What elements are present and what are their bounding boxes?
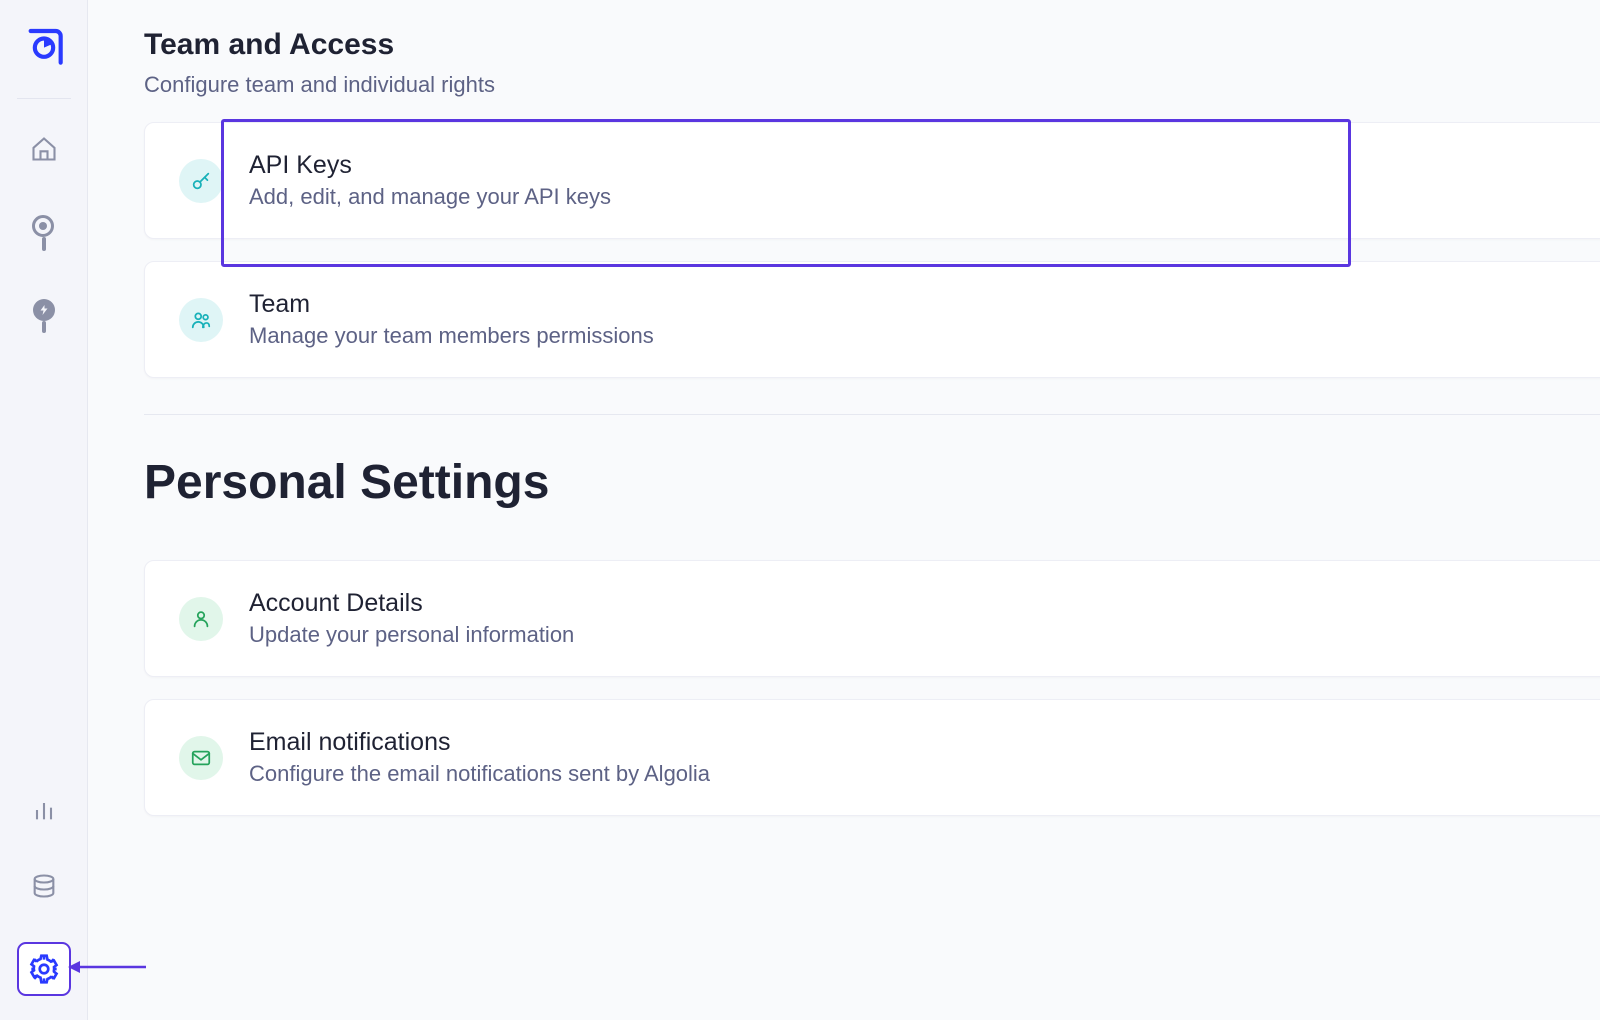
sidebar [0,0,88,1020]
card-api-keys-title: API Keys [249,151,611,180]
card-email-title: Email notifications [249,728,710,757]
sidebar-item-settings[interactable] [17,942,71,996]
card-email-desc: Configure the email notifications sent b… [249,761,710,787]
mail-icon [179,736,223,780]
key-icon [179,159,223,203]
card-email-notifications[interactable]: Email notifications Configure the email … [144,699,1600,816]
card-account-title: Account Details [249,589,574,618]
team-access-title: Team and Access [144,28,1600,62]
personal-settings-title: Personal Settings [144,455,1600,510]
card-team-desc: Manage your team members permissions [249,323,654,349]
sidebar-divider [17,98,71,99]
team-icon [179,298,223,342]
algolia-logo[interactable] [22,24,66,68]
bolt-pin-icon [30,299,58,335]
sidebar-item-analytics[interactable] [24,790,64,830]
main-content: Team and Access Configure team and indiv… [88,0,1600,1020]
card-account-desc: Update your personal information [249,622,574,648]
person-icon [179,597,223,641]
card-team-title: Team [249,290,654,319]
sidebar-item-search[interactable] [24,213,64,253]
team-access-subtitle: Configure team and individual rights [144,72,1600,98]
section-divider [144,414,1600,415]
sidebar-item-database[interactable] [24,866,64,906]
search-pin-icon [30,215,58,251]
card-api-keys[interactable]: API Keys Add, edit, and manage your API … [144,122,1600,239]
card-api-keys-desc: Add, edit, and manage your API keys [249,184,611,210]
card-account-details[interactable]: Account Details Update your personal inf… [144,560,1600,677]
sidebar-item-lightning[interactable] [24,297,64,337]
card-team[interactable]: Team Manage your team members permission… [144,261,1600,378]
sidebar-item-home[interactable] [24,129,64,169]
